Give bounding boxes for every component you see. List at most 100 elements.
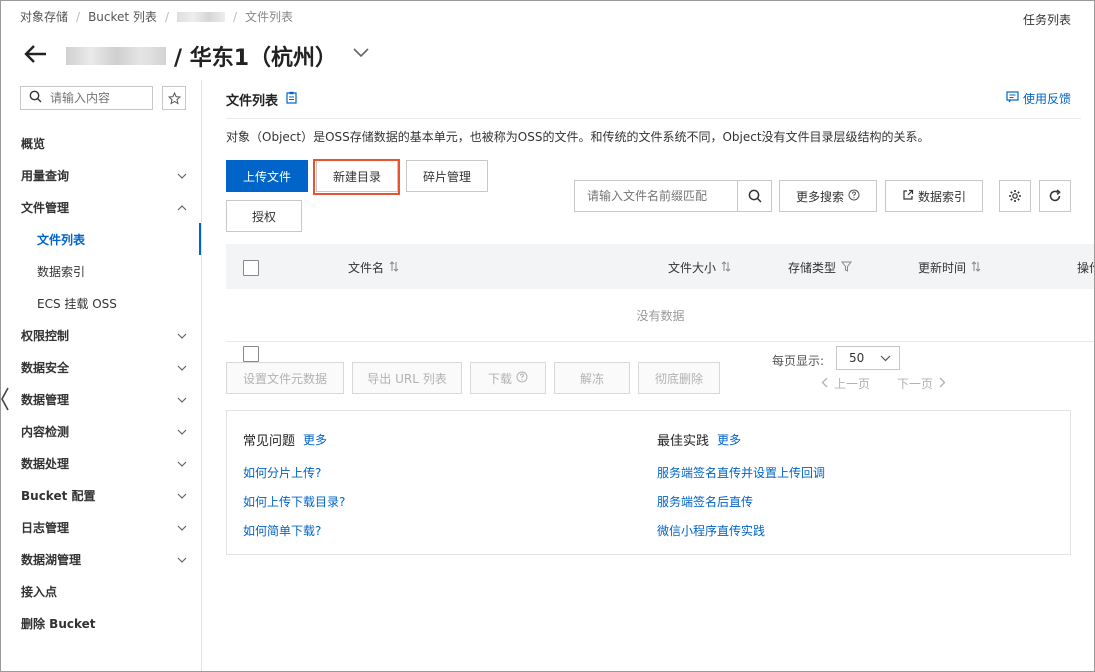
faq-heading: 常见问题 更多 [243,430,327,449]
faq-link-multipart-upload[interactable]: 如何分片上传? [243,464,321,481]
sidebar-item-label: 数据湖管理 [21,552,82,567]
sort-icon [971,260,981,275]
column-file-name[interactable]: 文件名 [348,259,399,276]
chevron-up-icon [177,200,187,214]
sidebar-item-label: 日志管理 [21,520,70,535]
chevron-down-icon[interactable] [352,46,370,63]
sidebar-item-label: 数据索引 [37,264,86,279]
file-search-box[interactable] [574,180,772,212]
chevron-down-icon [177,328,187,342]
faq-more-link[interactable]: 更多 [303,431,327,448]
sidebar-item-overview[interactable]: 概览 [0,127,201,159]
best-practice-title: 最佳实践 [657,434,710,449]
section-title: 文件列表 [226,90,297,109]
more-search-button[interactable]: 更多搜索 [779,180,877,212]
best-practice-more-link[interactable]: 更多 [717,431,741,448]
next-page-label: 下一页 [897,377,934,391]
file-search-input[interactable] [575,181,737,211]
next-page-button[interactable]: 下一页 [897,375,946,392]
clipboard-icon[interactable] [286,91,297,108]
chevron-right-icon [939,377,946,391]
export-url-list-button[interactable]: 导出 URL 列表 [352,362,462,394]
breadcrumb-bucket-list[interactable]: Bucket 列表 [88,8,157,25]
data-index-button[interactable]: 数据索引 [885,180,983,212]
set-file-metadata-button[interactable]: 设置文件元数据 [226,362,344,394]
sidebar-item-access-point[interactable]: 接入点 [0,575,201,607]
sidebar-item-label: 数据处理 [21,456,70,471]
object-description: 对象（Object）是OSS存储数据的基本单元，也被称为OSS的文件。和传统的文… [226,130,930,144]
faq-title: 常见问题 [243,434,296,449]
unfreeze-button[interactable]: 解冻 [554,362,630,394]
page-title: / 华东1（杭州） [66,40,337,72]
back-arrow-icon[interactable] [22,40,50,68]
sidebar-item-ecs-mount[interactable]: ECS 挂载 OSS [0,287,201,319]
bucket-name-redacted [66,47,166,65]
sidebar-item-delete-bucket[interactable]: 删除 Bucket [0,607,201,639]
upload-file-button[interactable]: 上传文件 [226,160,308,192]
column-storage-type[interactable]: 存储类型 [788,259,853,276]
feedback-link[interactable]: 使用反馈 [1006,90,1071,107]
chevron-down-icon [177,520,187,534]
sidebar-item-data-security[interactable]: 数据安全 [0,351,201,383]
column-file-size[interactable]: 文件大小 [668,259,731,276]
sidebar-collapse-icon[interactable] [0,386,10,415]
download-button[interactable]: 下载 [470,362,546,394]
feedback-icon [1006,91,1019,106]
sidebar-item-access-control[interactable]: 权限控制 [0,319,201,351]
sidebar-item-label: 删除 Bucket [21,616,96,631]
sidebar-item-label: 概览 [21,136,46,151]
star-icon[interactable] [162,86,186,110]
sidebar-item-label: Bucket 配置 [21,488,96,503]
fragment-management-button[interactable]: 碎片管理 [406,160,488,192]
page-size-select[interactable]: 50 [836,346,900,370]
sidebar-item-bucket-config[interactable]: Bucket 配置 [0,479,201,511]
breadcrumb-object-storage[interactable]: 对象存储 [20,8,68,25]
sort-icon [721,260,731,275]
task-list-link[interactable]: 任务列表 [1023,11,1071,28]
data-index-label: 数据索引 [917,189,966,204]
permanent-delete-button[interactable]: 彻底删除 [638,362,720,394]
sidebar-item-label: 权限控制 [21,328,70,343]
sidebar-item-log-management[interactable]: 日志管理 [0,511,201,543]
column-actions: 操作 [1077,259,1095,276]
settings-gear-icon[interactable] [999,180,1031,212]
sidebar-item-label: 数据安全 [21,360,70,375]
refresh-icon[interactable] [1039,180,1071,212]
chevron-down-icon [177,168,187,182]
sidebar-item-data-index[interactable]: 数据索引 [0,255,201,287]
sidebar-search-input[interactable] [50,91,146,105]
empty-table-message: 没有数据 [226,289,1095,342]
best-link-wechat-miniprogram[interactable]: 微信小程序直传实践 [657,522,765,539]
best-link-signed-direct-upload[interactable]: 服务端签名后直传 [657,493,753,510]
faq-link-directory-transfer[interactable]: 如何上传下载目录? [243,493,345,510]
sidebar-item-label: 文件管理 [21,200,70,215]
sidebar-item-label: 接入点 [21,584,58,599]
faq-link-simple-download[interactable]: 如何简单下载? [243,522,321,539]
select-all-checkbox[interactable] [243,260,259,276]
breadcrumb-bucket-name-redacted[interactable] [176,11,225,22]
header-divider [226,118,1081,119]
column-update-time[interactable]: 更新时间 [918,259,981,276]
feedback-label: 使用反馈 [1022,92,1071,106]
sidebar-item-usage[interactable]: 用量查询 [0,159,201,191]
sidebar-item-data-processing[interactable]: 数据处理 [0,447,201,479]
sidebar-item-file-list[interactable]: 文件列表 [0,223,201,255]
batch-select-checkbox[interactable] [243,346,259,362]
chevron-down-icon [880,351,891,365]
search-icon [29,90,42,106]
authorize-button[interactable]: 授权 [226,200,302,232]
search-icon[interactable] [737,181,771,211]
prev-page-label: 上一页 [834,377,871,391]
page-size-value: 50 [849,351,865,365]
best-practice-heading: 最佳实践 更多 [657,430,741,449]
help-circle-icon [516,371,528,386]
column-label: 更新时间 [918,261,967,275]
chevron-left-icon [821,377,828,391]
sidebar-item-data-management[interactable]: 数据管理 [0,383,201,415]
sidebar-item-file-management[interactable]: 文件管理 [0,191,201,223]
prev-page-button[interactable]: 上一页 [821,375,870,392]
sidebar-item-data-lake[interactable]: 数据湖管理 [0,543,201,575]
sidebar-search-box[interactable] [20,86,153,110]
best-link-signed-upload-callback[interactable]: 服务端签名直传并设置上传回调 [657,464,825,481]
sidebar-item-content-detection[interactable]: 内容检测 [0,415,201,447]
